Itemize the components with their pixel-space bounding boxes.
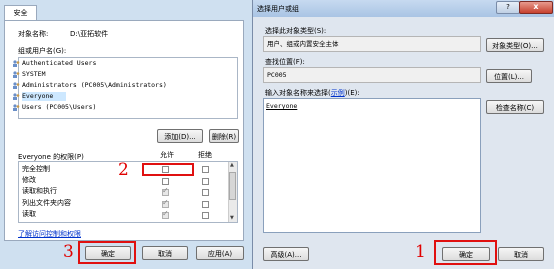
list-item[interactable]: Authenticated Users	[13, 59, 97, 68]
user-name: SYSTEM	[22, 70, 46, 78]
list-item-selected[interactable]: Everyone	[13, 92, 66, 101]
allow-column-header: 允许	[160, 151, 174, 159]
allow-checkbox-modify[interactable]	[162, 178, 169, 185]
users-icon	[13, 93, 20, 100]
object-types-button[interactable]: 对象类型(O)...	[486, 38, 544, 52]
cancel-button-right[interactable]: 取消	[498, 247, 544, 261]
users-icon	[13, 82, 20, 89]
object-name-value: D:\亚拓软件	[70, 30, 109, 38]
allow-checkbox-read-execute[interactable]	[162, 186, 169, 196]
cancel-button-left[interactable]: 取消	[142, 246, 188, 260]
tab-security[interactable]: 安全	[4, 5, 37, 21]
deny-checkbox-list-folder[interactable]	[202, 201, 209, 208]
deny-checkbox-read[interactable]	[202, 212, 209, 219]
highlight-full-control	[142, 163, 194, 176]
access-control-link[interactable]: 了解访问控制和权限	[18, 229, 81, 239]
permission-name: 完全控制	[22, 165, 50, 173]
security-dialog: 安全 对象名称: D:\亚拓软件 组或用户名(G): Authenticated…	[0, 0, 250, 269]
users-icon	[13, 60, 20, 67]
list-item[interactable]: SYSTEM	[13, 70, 46, 79]
object-type-label: 选择此对象类型(S):	[265, 27, 327, 35]
advanced-button[interactable]: 高级(A)...	[263, 247, 309, 261]
object-type-field: 用户、组或内置安全主体	[263, 36, 481, 52]
remove-button[interactable]: 删除(R)	[209, 129, 239, 143]
names-input-value: Everyone	[266, 102, 298, 110]
scroll-down-icon[interactable]: ▼	[230, 215, 234, 221]
users-icon	[13, 71, 20, 78]
users-icon	[13, 104, 20, 111]
deny-checkbox-modify[interactable]	[202, 178, 209, 185]
check-names-button[interactable]: 检查名称(C)	[486, 100, 544, 114]
enter-names-suffix: (E):	[347, 89, 360, 97]
ok-button-right[interactable]: 确定	[442, 247, 490, 261]
user-name: Users (PC005\Users)	[22, 103, 97, 111]
enter-names-text: 输入对象名称来选择	[265, 89, 328, 97]
deny-column-header: 拒绝	[198, 151, 212, 159]
scroll-up-icon[interactable]: ▲	[230, 162, 234, 168]
annotation-2: 2	[118, 160, 129, 180]
dialog-title: 选择用户或组	[257, 5, 299, 13]
examples-link[interactable]: 示例	[331, 89, 345, 97]
scroll-thumb[interactable]	[229, 172, 236, 200]
names-textarea[interactable]: Everyone	[263, 98, 481, 233]
annotation-1: 1	[415, 242, 426, 262]
deny-checkbox-read-execute[interactable]	[202, 189, 209, 196]
user-name: Administrators (PC005\Administrators)	[22, 81, 167, 89]
location-label: 查找位置(F):	[265, 58, 305, 66]
permission-name: 读取	[22, 210, 36, 218]
list-item[interactable]: Users (PC005\Users)	[13, 103, 97, 112]
user-name: Everyone	[22, 92, 54, 100]
enter-names-label: 输入对象名称来选择(示例)(E):	[265, 89, 360, 97]
help-button[interactable]: ?	[496, 1, 520, 14]
location-field: PC005	[263, 67, 481, 83]
deny-checkbox-full-control[interactable]	[202, 166, 209, 173]
apply-button[interactable]: 应用(A)	[196, 246, 244, 260]
annotation-3: 3	[63, 242, 74, 262]
user-name: Authenticated Users	[22, 59, 97, 67]
permission-name: 修改	[22, 176, 36, 184]
ok-button-left[interactable]: 确定	[85, 246, 131, 260]
permission-name: 列出文件夹内容	[22, 199, 71, 207]
groups-label: 组或用户名(G):	[18, 47, 67, 55]
close-button[interactable]: x	[519, 1, 553, 14]
list-item[interactable]: Administrators (PC005\Administrators)	[13, 81, 167, 90]
object-name-label: 对象名称:	[18, 30, 49, 38]
add-button[interactable]: 添加(D)...	[157, 129, 203, 143]
allow-checkbox-list-folder[interactable]	[162, 198, 169, 208]
locations-button[interactable]: 位置(L)...	[486, 69, 532, 83]
allow-checkbox-read[interactable]	[162, 209, 169, 219]
permission-name: 读取和执行	[22, 187, 57, 195]
